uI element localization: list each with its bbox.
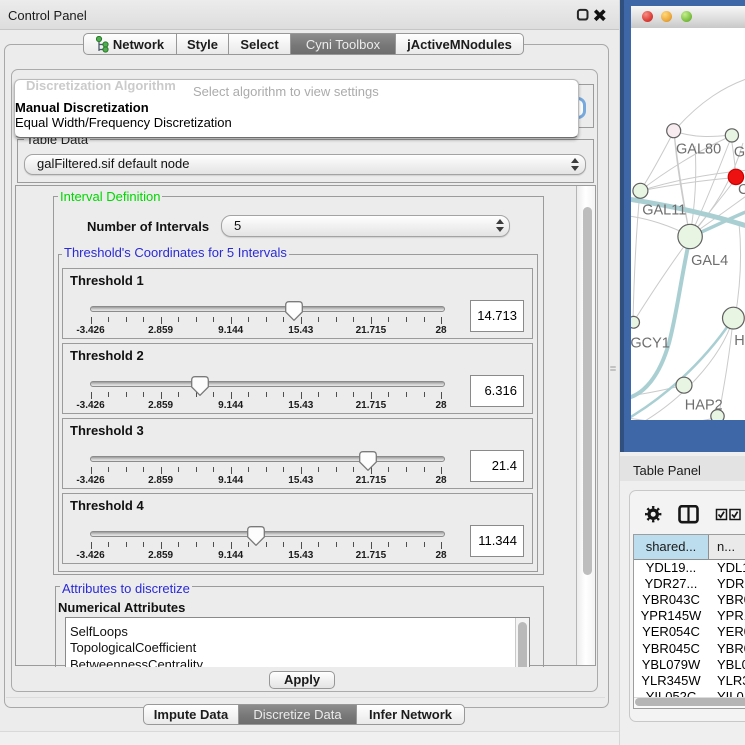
svg-text:HAP2: HAP2	[685, 398, 723, 414]
svg-text:GAL11: GAL11	[642, 202, 686, 218]
svg-text:GA: GA	[734, 145, 745, 161]
svg-text:GAL4: GAL4	[691, 253, 728, 269]
svg-text:GAL80: GAL80	[676, 142, 721, 158]
svg-text:GCY1: GCY1	[631, 336, 670, 352]
svg-text:C: C	[738, 182, 745, 198]
svg-text:H: H	[734, 333, 744, 349]
